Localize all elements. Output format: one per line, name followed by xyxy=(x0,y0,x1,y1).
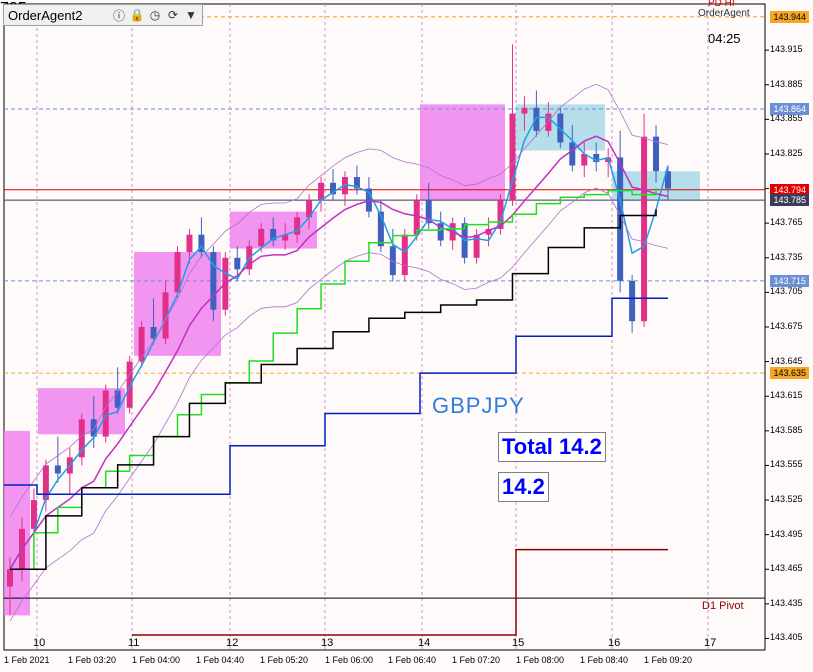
x-tick-label: 1 Feb 04:00 xyxy=(132,655,181,665)
price-tag: 143.715 xyxy=(770,274,809,287)
dropdown-icon[interactable]: ▼ xyxy=(183,7,199,23)
candle-body xyxy=(569,142,576,166)
candle-body xyxy=(234,257,241,270)
day-label: 10 xyxy=(33,637,46,649)
candle-body xyxy=(54,465,61,474)
candle-body xyxy=(318,182,325,201)
y-tick-label: 143.915 xyxy=(770,44,803,55)
day-label: 16 xyxy=(608,637,621,649)
day-label: 12 xyxy=(226,637,239,649)
candle-body xyxy=(389,246,396,276)
y-tick-label: 143.405 xyxy=(770,632,803,643)
price-tag: 143.864 xyxy=(770,102,809,115)
profit-value-box[interactable]: 14.2 xyxy=(498,472,549,502)
x-tick-label: 1 Feb 06:40 xyxy=(388,655,437,665)
price-chart[interactable] xyxy=(0,0,813,672)
x-tick-label: 1 Feb 08:40 xyxy=(580,655,629,665)
y-tick-label: 143.555 xyxy=(770,459,803,470)
symbol-label: GBPJPY xyxy=(432,393,525,418)
x-tick-label: 1 Feb 05:20 xyxy=(260,655,309,665)
price-tag: 143.785 xyxy=(770,194,809,207)
y-tick-label: 143.525 xyxy=(770,494,803,505)
candle-body xyxy=(138,327,145,362)
candle-body xyxy=(126,361,133,408)
total-profit-text: Total 14.2 xyxy=(502,434,602,459)
candle-body xyxy=(629,280,636,322)
profit-value-text: 14.2 xyxy=(502,474,545,499)
lock-icon[interactable]: 🔒 xyxy=(129,7,145,23)
day-label: 13 xyxy=(321,637,334,649)
info-icon[interactable]: ⓘ xyxy=(111,7,127,23)
y-tick-label: 143.675 xyxy=(770,321,803,331)
x-tick-label: 1 Feb 2021 xyxy=(4,655,50,665)
expert-toolbar[interactable]: OrderAgent2 ⓘ 🔒 ◷ ⟳ ▼ xyxy=(3,4,203,26)
y-tick-label: 143.585 xyxy=(770,424,803,435)
candle-body xyxy=(7,569,13,587)
y-tick-label: 143.825 xyxy=(770,147,803,158)
x-tick-label: 1 Feb 08:00 xyxy=(516,655,565,665)
y-tick-label: 143.645 xyxy=(770,355,803,366)
price-tag: 143.944 xyxy=(770,10,809,23)
y-tick-label: 143.705 xyxy=(770,286,803,297)
day-label: 11 xyxy=(128,637,140,649)
d1-pivot-label: D1 Pivot xyxy=(702,600,744,612)
candle-body xyxy=(102,390,109,437)
candle-body xyxy=(521,107,528,114)
candle-body xyxy=(641,136,648,322)
session-zone xyxy=(420,104,505,201)
y-tick-label: 143.495 xyxy=(770,528,803,539)
day-label: 17 xyxy=(704,637,717,649)
session-zone xyxy=(4,430,30,616)
bar-timer: 04:25 xyxy=(708,31,741,46)
x-tick-label: 1 Feb 06:00 xyxy=(325,655,374,665)
candle-body xyxy=(258,228,265,247)
refresh-icon[interactable]: ⟳ xyxy=(165,7,181,23)
candle-body xyxy=(545,113,552,131)
y-tick-label: 143.885 xyxy=(770,78,803,89)
candle-body xyxy=(533,107,540,131)
x-tick-label: 1 Feb 04:40 xyxy=(196,655,245,665)
y-tick-label: 143.615 xyxy=(770,390,803,401)
y-tick-label: 143.735 xyxy=(770,251,803,262)
y-tick-label: 143.465 xyxy=(770,563,803,574)
x-tick-label: 1 Feb 07:20 xyxy=(452,655,501,665)
price-tag: 143.635 xyxy=(770,367,809,380)
history-icon[interactable]: ◷ xyxy=(147,7,163,23)
day-label: 14 xyxy=(418,637,431,649)
x-tick-label: 1 Feb 09:20 xyxy=(644,655,693,665)
candle-body xyxy=(401,234,408,276)
y-tick-label: 143.435 xyxy=(770,597,803,608)
total-profit-box[interactable]: Total 14.2 xyxy=(498,432,606,462)
y-tick-label: 143.765 xyxy=(770,217,803,228)
plot-area xyxy=(3,3,766,651)
agent-label: OrderAgent xyxy=(698,8,750,19)
day-label: 15 xyxy=(512,637,525,649)
candle-body xyxy=(114,390,121,408)
expert-name: OrderAgent2 xyxy=(8,7,83,23)
chart-window[interactable]: OrderAgent2 ⓘ 🔒 ◷ ⟳ ▼ 785 PD HI OrderAge… xyxy=(0,0,813,672)
candle-body xyxy=(186,234,193,253)
x-tick-label: 1 Feb 03:20 xyxy=(68,655,117,665)
candle-body xyxy=(210,252,217,310)
